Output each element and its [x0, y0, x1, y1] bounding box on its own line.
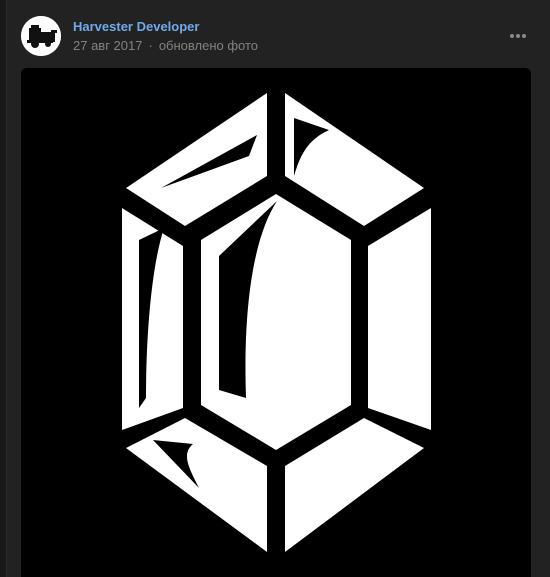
- avatar[interactable]: [21, 16, 61, 56]
- post-action-text: обновлено фото: [158, 38, 259, 53]
- combine-harvester-icon: [21, 16, 61, 56]
- more-options-button[interactable]: [503, 26, 533, 46]
- wall-post: Harvester Developer 27 авг 2017 · обновлен…: [6, 0, 550, 577]
- post-date-link[interactable]: 27 авг 2017: [73, 38, 142, 53]
- author-name-link[interactable]: Harvester Developer: [73, 19, 199, 34]
- meta-separator: ·: [148, 38, 153, 53]
- post-photo[interactable]: [21, 68, 531, 577]
- rupee-gem-logo: [21, 68, 531, 577]
- more-horizontal-icon: [510, 34, 526, 38]
- post-header: Harvester Developer 27 авг 2017 · обновлен…: [7, 0, 550, 68]
- post-meta: 27 авг 2017 · обновлено фото: [73, 38, 258, 53]
